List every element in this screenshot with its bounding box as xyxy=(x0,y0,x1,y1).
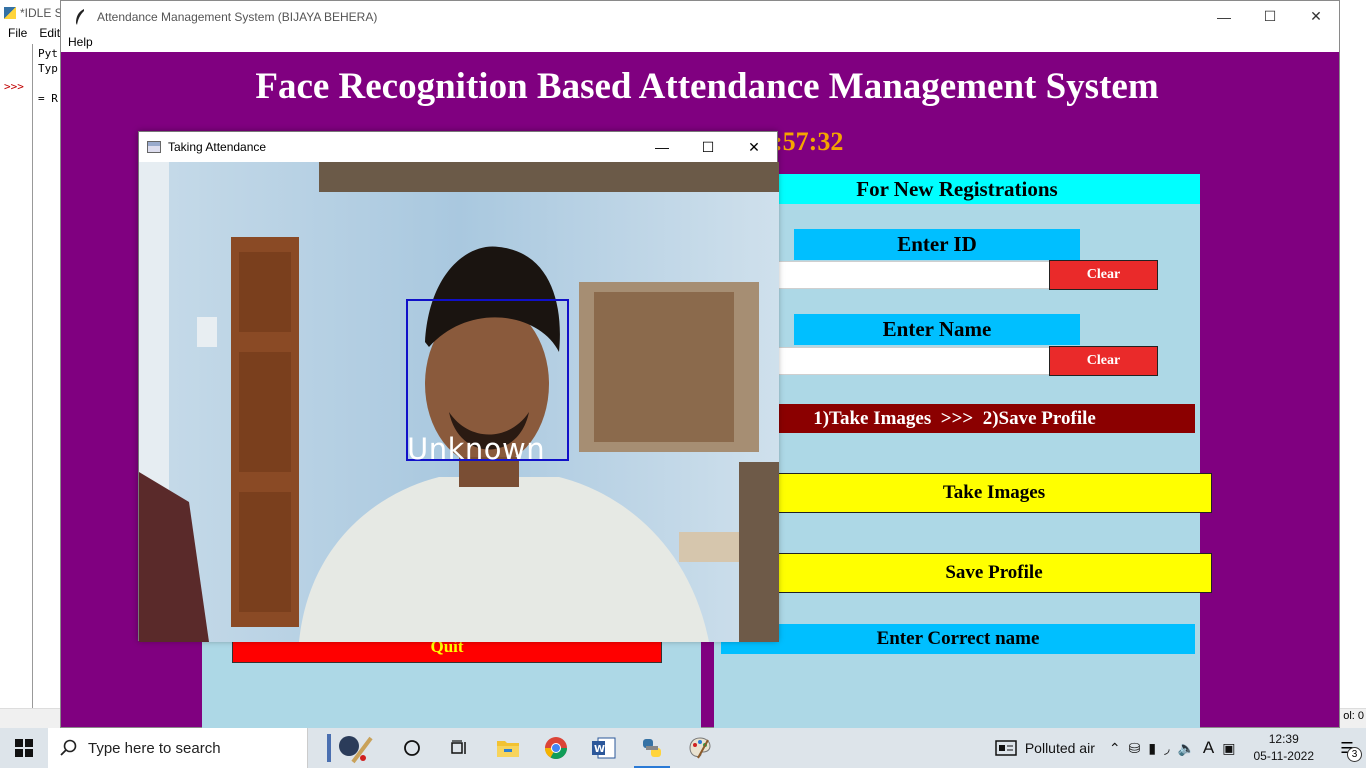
clock-display: :57:32 xyxy=(774,127,844,156)
chrome-icon[interactable] xyxy=(532,728,580,768)
paint-palette-icon[interactable] xyxy=(676,728,724,768)
minimize-icon[interactable]: — xyxy=(1201,1,1247,32)
clear-id-button[interactable]: Clear xyxy=(1049,260,1158,290)
close-icon[interactable]: ✕ xyxy=(731,132,777,162)
notification-badge: 3 xyxy=(1347,747,1362,762)
windows-taskbar: Type here to search W Polluted air ⌃ ⛁ ▮… xyxy=(0,728,1366,768)
minimize-icon[interactable]: — xyxy=(639,132,685,162)
camera-titlebar[interactable]: Taking Attendance — ☐ ✕ xyxy=(139,132,777,162)
main-window-title: Attendance Management System (BIJAYA BEH… xyxy=(97,9,378,24)
opencv-window-icon xyxy=(147,141,161,153)
ime-icon[interactable]: ▣ xyxy=(1222,740,1235,757)
idle-title-text: *IDLE S xyxy=(20,6,63,20)
chevron-up-icon[interactable]: ⌃ xyxy=(1109,740,1121,757)
task-view-icon[interactable] xyxy=(388,728,436,768)
webcam-feed: Unknown xyxy=(139,162,779,642)
wifi-icon[interactable]: ◞ xyxy=(1164,740,1169,757)
clear-name-button[interactable]: Clear xyxy=(1049,346,1158,376)
camera-window-controls: — ☐ ✕ xyxy=(639,132,777,162)
timeline-icon[interactable] xyxy=(436,728,484,768)
idle-shell-text: Pyt Typ = R xyxy=(38,46,58,106)
idle-column-info: ol: 0 xyxy=(1343,710,1364,722)
system-tray: Polluted air ⌃ ⛁ ▮ ◞ 🔈 A ▣ 12:39 05-11-2… xyxy=(995,728,1366,768)
weather-widget[interactable]: Polluted air xyxy=(995,740,1095,756)
registration-steps-label: 1)Take Images >>> 2)Save Profile xyxy=(714,404,1195,433)
idle-line xyxy=(38,76,58,91)
clock-time: 12:39 xyxy=(1268,732,1299,746)
id-entry-field[interactable] xyxy=(774,261,1050,289)
meet-now-icon[interactable]: ⛁ xyxy=(1129,740,1141,757)
page-title: Face Recognition Based Attendance Manage… xyxy=(255,66,1159,107)
maximize-icon[interactable]: ☐ xyxy=(685,132,731,162)
search-placeholder: Type here to search xyxy=(88,739,221,757)
idle-editor-area[interactable] xyxy=(32,44,62,708)
python-idle-taskbar-icon[interactable] xyxy=(628,728,676,768)
camera-window-title: Taking Attendance xyxy=(168,140,267,154)
cricket-icon[interactable] xyxy=(308,728,388,768)
correct-name-label: Enter Correct name xyxy=(721,624,1195,654)
volume-icon[interactable]: 🔈 xyxy=(1177,740,1194,757)
idle-menubar: File Edit xyxy=(0,24,60,42)
idle-shell-prompt: >>> xyxy=(4,80,24,93)
tray-icons: ⌃ ⛁ ▮ ◞ 🔈 A ▣ xyxy=(1109,738,1236,758)
windows-start-button[interactable] xyxy=(0,728,48,768)
word-icon[interactable]: W xyxy=(580,728,628,768)
save-profile-button[interactable]: Save Profile xyxy=(776,553,1212,593)
close-icon[interactable]: ✕ xyxy=(1293,1,1339,32)
face-recognition-label: Unknown xyxy=(407,432,546,466)
input-indicator[interactable]: A xyxy=(1203,738,1214,758)
idle-menu-edit[interactable]: Edit xyxy=(39,26,60,40)
registration-frame: For New Registrations Enter ID Clear Ent… xyxy=(714,174,1212,729)
python-icon xyxy=(4,7,16,19)
windows-logo-icon xyxy=(15,739,33,757)
registration-header: For New Registrations xyxy=(714,174,1200,204)
name-entry-field[interactable] xyxy=(774,347,1050,375)
main-window-controls: — ☐ ✕ xyxy=(1201,1,1339,32)
maximize-icon[interactable]: ☐ xyxy=(1247,1,1293,32)
feather-icon xyxy=(71,8,89,26)
weather-text: Polluted air xyxy=(1024,740,1095,756)
idle-menu-file[interactable]: File xyxy=(8,26,27,40)
enter-name-label: Enter Name xyxy=(794,314,1080,345)
battery-icon[interactable]: ▮ xyxy=(1148,740,1156,757)
air-quality-icon xyxy=(995,740,1017,756)
taking-attendance-window: Taking Attendance — ☐ ✕ Unknown xyxy=(138,131,779,642)
take-images-button[interactable]: Take Images xyxy=(776,473,1212,513)
enter-id-label: Enter ID xyxy=(794,229,1080,260)
taskbar-search[interactable]: Type here to search xyxy=(48,728,308,768)
main-titlebar[interactable]: Attendance Management System (BIJAYA BEH… xyxy=(61,1,1339,32)
idle-line: Typ xyxy=(38,62,58,75)
idle-line: Pyt xyxy=(38,47,58,60)
search-icon xyxy=(60,739,77,756)
idle-line: = R xyxy=(38,92,58,105)
file-explorer-icon[interactable] xyxy=(484,728,532,768)
menu-help[interactable]: Help xyxy=(68,35,93,49)
notification-center-button[interactable]: ☰ 3 xyxy=(1328,728,1366,768)
main-menubar: Help xyxy=(61,32,1339,52)
clock-date: 05-11-2022 xyxy=(1253,749,1315,763)
svg-text:W: W xyxy=(594,744,605,755)
taskbar-clock[interactable]: 12:39 05-11-2022 xyxy=(1254,731,1315,765)
